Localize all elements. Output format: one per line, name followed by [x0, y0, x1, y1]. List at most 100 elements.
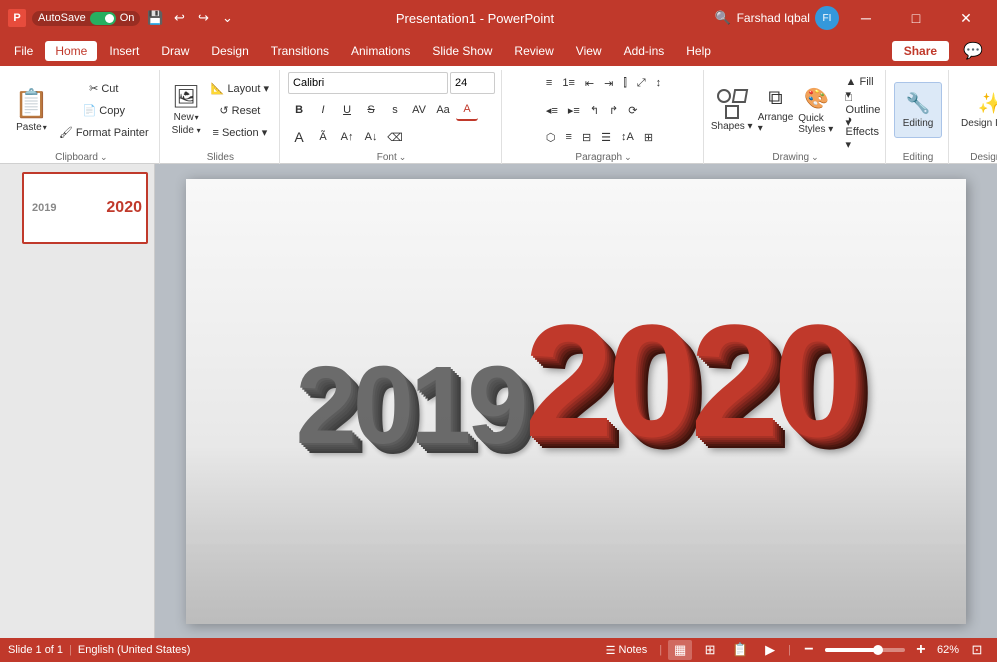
font-color-fill-button[interactable]: A	[288, 126, 310, 148]
menu-insert[interactable]: Insert	[99, 41, 149, 61]
menu-help[interactable]: Help	[676, 41, 721, 61]
clear-format-button[interactable]: ⌫	[384, 126, 406, 148]
view-slide-sorter-button[interactable]: ⊞	[698, 640, 722, 660]
view-slideshow-button[interactable]: ▶	[758, 640, 782, 660]
user-name: Farshad Iqbal	[737, 11, 810, 25]
redo-button[interactable]: ↪	[194, 9, 212, 27]
quick-styles-button[interactable]: 🎨 Quick Styles ▾	[794, 82, 839, 138]
justify-button[interactable]: ☰	[597, 126, 615, 148]
minimize-button[interactable]: ─	[843, 0, 889, 36]
menu-animations[interactable]: Animations	[341, 41, 420, 61]
menu-review[interactable]: Review	[504, 41, 563, 61]
slides-col: 📐 Layout ▾ ↺ Reset ≡ Section ▾	[207, 77, 273, 143]
zoom-slider-thumb[interactable]	[873, 645, 883, 655]
new-slide-label: New ▾	[174, 112, 199, 123]
shape-effects-button[interactable]: ◑ Effects ▾	[842, 121, 885, 143]
slide-info: Slide 1 of 1	[8, 644, 63, 656]
arrange-button[interactable]: ⧉ Arrange ▾	[759, 82, 793, 138]
more-commands-button[interactable]: ⌄	[218, 9, 236, 27]
decrease-list-level-button[interactable]: ◂≡	[542, 99, 562, 121]
copy-button[interactable]: 📄 Copy	[55, 99, 153, 121]
numbering-button[interactable]: 1≡	[558, 72, 579, 94]
menu-slideshow[interactable]: Slide Show	[422, 41, 502, 61]
view-normal-button[interactable]: ▦	[668, 640, 692, 660]
ribbon: 📋 Paste ▾ ✂ Cut 📄 Copy 🖌 Format Painter …	[0, 66, 997, 164]
layout-button[interactable]: 📐 Layout ▾	[207, 77, 273, 99]
fit-slide-button[interactable]: ⊡	[965, 640, 989, 660]
title-bar: P AutoSave On 💾 ↩ ↪ ⌄ Presentation1 - Po…	[0, 0, 997, 36]
convert-button[interactable]: ⟳	[624, 99, 641, 121]
zoom-out-button[interactable]: −	[797, 640, 821, 660]
align-text-button[interactable]: ⊞	[640, 126, 657, 148]
slide-thumbnail-1[interactable]: 2019 2020	[22, 172, 148, 244]
autosave-toggle[interactable]	[90, 12, 116, 25]
notes-label: Notes	[619, 644, 648, 656]
underline-button[interactable]: U	[336, 99, 358, 121]
year-2020: 2020	[524, 301, 856, 461]
font-format-row: B I U S s AV Aa A	[288, 97, 478, 123]
canvas-area[interactable]: 2019 2020	[155, 164, 997, 638]
rtl-button[interactable]: ↰	[586, 99, 603, 121]
menu-design[interactable]: Design	[201, 41, 258, 61]
outdent-button[interactable]: ⇤	[581, 72, 598, 94]
format-painter-button[interactable]: 🖌 Format Painter	[55, 121, 153, 143]
section-button[interactable]: ≡ Section ▾	[207, 121, 273, 143]
font-size-input[interactable]	[450, 72, 495, 94]
design-ideas-label: Design Ideas	[961, 118, 997, 130]
shapes-button[interactable]: Shapes ▾	[707, 82, 757, 138]
char-spacing-button[interactable]: AV	[408, 99, 430, 121]
editing-button[interactable]: 🔧 Editing	[894, 82, 942, 138]
zoom-in-button[interactable]: +	[909, 640, 933, 660]
font-color-button[interactable]: A	[456, 99, 478, 121]
italic-button[interactable]: I	[312, 99, 334, 121]
align-right-button[interactable]: ⊟	[578, 126, 595, 148]
font-size-row: A Ã A↑ A↓ ⌫	[288, 124, 406, 150]
design-ideas-button[interactable]: ✨ Design Ideas	[957, 82, 997, 138]
change-case-button[interactable]: Aa	[432, 99, 454, 121]
cut-button[interactable]: ✂ Cut	[55, 77, 153, 99]
shadow-button[interactable]: s	[384, 99, 406, 121]
paste-button[interactable]: 📋 Paste ▾	[10, 82, 53, 138]
autosave-badge[interactable]: AutoSave On	[32, 11, 140, 26]
font-name-input[interactable]	[288, 72, 448, 94]
decrease-font-button[interactable]: A↓	[360, 126, 382, 148]
menu-transitions[interactable]: Transitions	[261, 41, 339, 61]
text-direction-button[interactable]: ↕A	[617, 126, 638, 148]
reset-button[interactable]: ↺ Reset	[207, 99, 273, 121]
slide-panel: 1 2019 2020	[0, 164, 155, 638]
view-reading-button[interactable]: 📋	[728, 640, 752, 660]
smart-art-button[interactable]: ⤢	[633, 72, 650, 94]
search-icon[interactable]: 🔍	[714, 9, 732, 27]
line-spacing-button[interactable]: ↕	[652, 72, 666, 94]
menu-view[interactable]: View	[566, 41, 612, 61]
maximize-button[interactable]: □	[893, 0, 939, 36]
zoom-slider[interactable]	[825, 648, 905, 652]
year-2019: 2019	[296, 351, 525, 461]
increase-list-level-button[interactable]: ▸≡	[564, 99, 584, 121]
close-button[interactable]: ✕	[943, 0, 989, 36]
slide-canvas[interactable]: 2019 2020	[186, 179, 966, 624]
menu-home[interactable]: Home	[45, 41, 97, 61]
columns-button[interactable]: ⫿	[619, 72, 631, 94]
strikethrough-button[interactable]: S	[360, 99, 382, 121]
bullets-button[interactable]: ≡	[542, 72, 556, 94]
menu-addins[interactable]: Add-ins	[614, 41, 675, 61]
menu-file[interactable]: File	[4, 41, 43, 61]
notes-button[interactable]: ☰ Notes	[600, 644, 654, 657]
align-left-button[interactable]: ⬡	[542, 126, 560, 148]
undo-button[interactable]: ↩	[170, 9, 188, 27]
align-center-button[interactable]: ≡	[562, 126, 576, 148]
bold-button[interactable]: B	[288, 99, 310, 121]
indent-button[interactable]: ⇥	[600, 72, 617, 94]
new-slide-button[interactable]: 🖼 New ▾ Slide ▾	[168, 82, 205, 138]
paragraph-group-content: ≡ 1≡ ⇤ ⇥ ⫿ ⤢ ↕ ◂≡ ▸≡ ↰ ↱ ⟳ ⬡ ≡	[542, 70, 665, 150]
user-area: 🔍 Farshad Iqbal FI	[714, 6, 839, 30]
increase-font-button[interactable]: A↑	[336, 126, 358, 148]
share-button[interactable]: Share	[892, 41, 949, 61]
status-bar: Slide 1 of 1 | English (United States) ☰…	[0, 638, 997, 662]
menu-draw[interactable]: Draw	[151, 41, 199, 61]
ltr-button[interactable]: ↱	[605, 99, 622, 121]
text-highlight-button[interactable]: Ã	[312, 126, 334, 148]
save-button[interactable]: 💾	[146, 9, 164, 27]
comments-button[interactable]: 💬	[953, 38, 993, 64]
